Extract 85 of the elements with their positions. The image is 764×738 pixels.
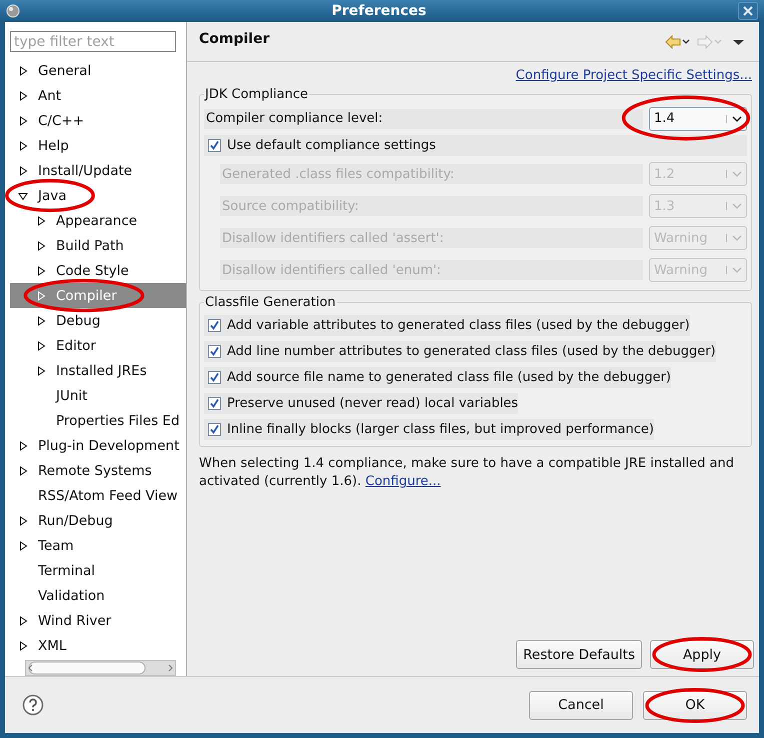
window-title: Preferences bbox=[332, 3, 426, 19]
checkbox-row[interactable]: Inline finally blocks (larger class files, but improved performance) bbox=[204, 418, 654, 440]
caret-icon bbox=[726, 266, 742, 274]
tree-item[interactable]: RSS/Atom Feed View bbox=[10, 483, 186, 508]
app-icon bbox=[6, 4, 20, 18]
expand-arrow-icon[interactable] bbox=[36, 316, 46, 326]
expand-arrow-icon[interactable] bbox=[18, 166, 28, 176]
close-icon[interactable] bbox=[738, 2, 758, 20]
checkbox-row[interactable]: Add line number attributes to generated class files (used by the debugger) bbox=[204, 340, 716, 362]
expand-arrow-icon[interactable] bbox=[36, 266, 46, 276]
expand-arrow-icon[interactable] bbox=[18, 140, 28, 150]
checkbox[interactable] bbox=[208, 318, 221, 332]
tree-item[interactable]: Ant bbox=[10, 83, 186, 108]
checkbox[interactable] bbox=[208, 396, 221, 410]
tree-item[interactable]: Debug bbox=[10, 308, 186, 333]
compliance-note: When selecting 1.4 compliance, make sure to have a compatible JRE installed and activated (currently 1.6). Configure... bbox=[199, 455, 735, 491]
collapse-arrow-icon[interactable] bbox=[18, 190, 28, 200]
expand-arrow-icon[interactable] bbox=[18, 516, 28, 526]
tree-item[interactable]: Terminal bbox=[10, 558, 186, 583]
expand-arrow-icon[interactable] bbox=[18, 466, 28, 476]
tree-item[interactable]: Wind River bbox=[10, 608, 186, 633]
horizontal-scrollbar[interactable] bbox=[25, 660, 176, 676]
checkbox[interactable] bbox=[208, 422, 221, 436]
expand-arrow-icon[interactable] bbox=[36, 240, 46, 250]
checkbox-label: Add source file name to generated class file (used by the debugger) bbox=[227, 370, 671, 384]
checkbox-row[interactable]: Use default compliance settings bbox=[204, 135, 747, 156]
configure-link[interactable]: Configure... bbox=[365, 474, 441, 489]
page-title: Compiler bbox=[199, 31, 270, 47]
tree-item[interactable]: Editor bbox=[10, 333, 186, 358]
field-label: Source compatibility: bbox=[220, 196, 643, 216]
tree-item[interactable]: General bbox=[10, 58, 186, 83]
field-label: Disallow identifiers called 'enum': bbox=[220, 260, 643, 280]
filter-field[interactable]: type filter text bbox=[10, 31, 176, 52]
expand-arrow-icon[interactable] bbox=[36, 340, 46, 350]
checkbox-row[interactable]: Add source file name to generated class file (used by the debugger) bbox=[204, 366, 671, 388]
button[interactable]: Restore Defaults bbox=[516, 640, 642, 669]
caret-icon bbox=[726, 114, 742, 122]
expand-arrow-icon[interactable] bbox=[36, 366, 46, 376]
tree-item[interactable]: Appearance bbox=[10, 208, 186, 233]
tree-item[interactable]: XML bbox=[10, 633, 186, 658]
tree-item[interactable]: Help bbox=[10, 133, 186, 158]
caret-icon bbox=[726, 202, 742, 210]
project-settings-link[interactable]: Configure Project Specific Settings... bbox=[516, 68, 752, 83]
tree-item[interactable]: Installed JREs bbox=[10, 358, 186, 383]
tree-item[interactable]: Code Style bbox=[10, 258, 186, 283]
checkbox-label: Preserve unused (never read) local variables bbox=[227, 396, 518, 410]
tree-item[interactable]: C/C++ bbox=[10, 108, 186, 133]
help-icon[interactable] bbox=[22, 694, 44, 716]
checkbox-row[interactable]: Preserve unused (never read) local variables bbox=[204, 392, 518, 414]
field-label: Compiler compliance level: bbox=[204, 108, 643, 128]
tree-item[interactable]: Remote Systems bbox=[10, 458, 186, 483]
expand-arrow-icon[interactable] bbox=[18, 116, 28, 126]
tree-item[interactable]: Team bbox=[10, 533, 186, 558]
expand-arrow-icon[interactable] bbox=[18, 640, 28, 650]
dropdown[interactable]: 1.4 bbox=[649, 106, 747, 130]
expand-arrow-icon[interactable] bbox=[18, 540, 28, 550]
checkbox-label: Inline finally blocks (larger class files, but improved performance) bbox=[227, 422, 654, 436]
checkbox[interactable] bbox=[208, 370, 221, 384]
expand-arrow-icon[interactable] bbox=[36, 216, 46, 226]
tree-item[interactable]: Properties Files Ed bbox=[10, 408, 186, 433]
checkbox-label: Use default compliance settings bbox=[227, 138, 436, 153]
group-title: Classfile Generation bbox=[204, 295, 337, 310]
tree-item[interactable]: Build Path bbox=[10, 233, 186, 258]
checkbox-label: Add line number attributes to generated class files (used by the debugger) bbox=[227, 344, 716, 358]
button[interactable]: Cancel bbox=[529, 690, 633, 720]
field-label: Generated .class files compatibility: bbox=[220, 164, 643, 184]
expand-arrow-icon[interactable] bbox=[18, 616, 28, 626]
group-title: JDK Compliance bbox=[204, 87, 310, 102]
tree-item[interactable]: JUnit bbox=[10, 383, 186, 408]
tree-item[interactable]: Validation bbox=[10, 583, 186, 608]
caret-icon bbox=[726, 234, 742, 242]
expand-arrow-icon[interactable] bbox=[18, 66, 28, 76]
caret-icon bbox=[726, 170, 742, 178]
tree-item[interactable]: Java bbox=[10, 183, 186, 208]
checkbox[interactable] bbox=[208, 344, 221, 358]
field-label: Disallow identifiers called 'assert': bbox=[220, 228, 643, 248]
checkbox[interactable] bbox=[208, 139, 221, 152]
back-arrow-icon[interactable] bbox=[665, 35, 691, 49]
expand-arrow-icon[interactable] bbox=[18, 440, 28, 450]
checkbox-label: Add variable attributes to generated class files (used by the debugger) bbox=[227, 318, 690, 332]
tree-item[interactable]: Plug-in Development bbox=[10, 433, 186, 458]
expand-arrow-icon[interactable] bbox=[18, 90, 28, 100]
tree-item[interactable]: Install/Update bbox=[10, 158, 186, 183]
checkbox-row[interactable]: Add variable attributes to generated class files (used by the debugger) bbox=[204, 314, 690, 336]
tree-item[interactable]: Run/Debug bbox=[10, 508, 186, 533]
